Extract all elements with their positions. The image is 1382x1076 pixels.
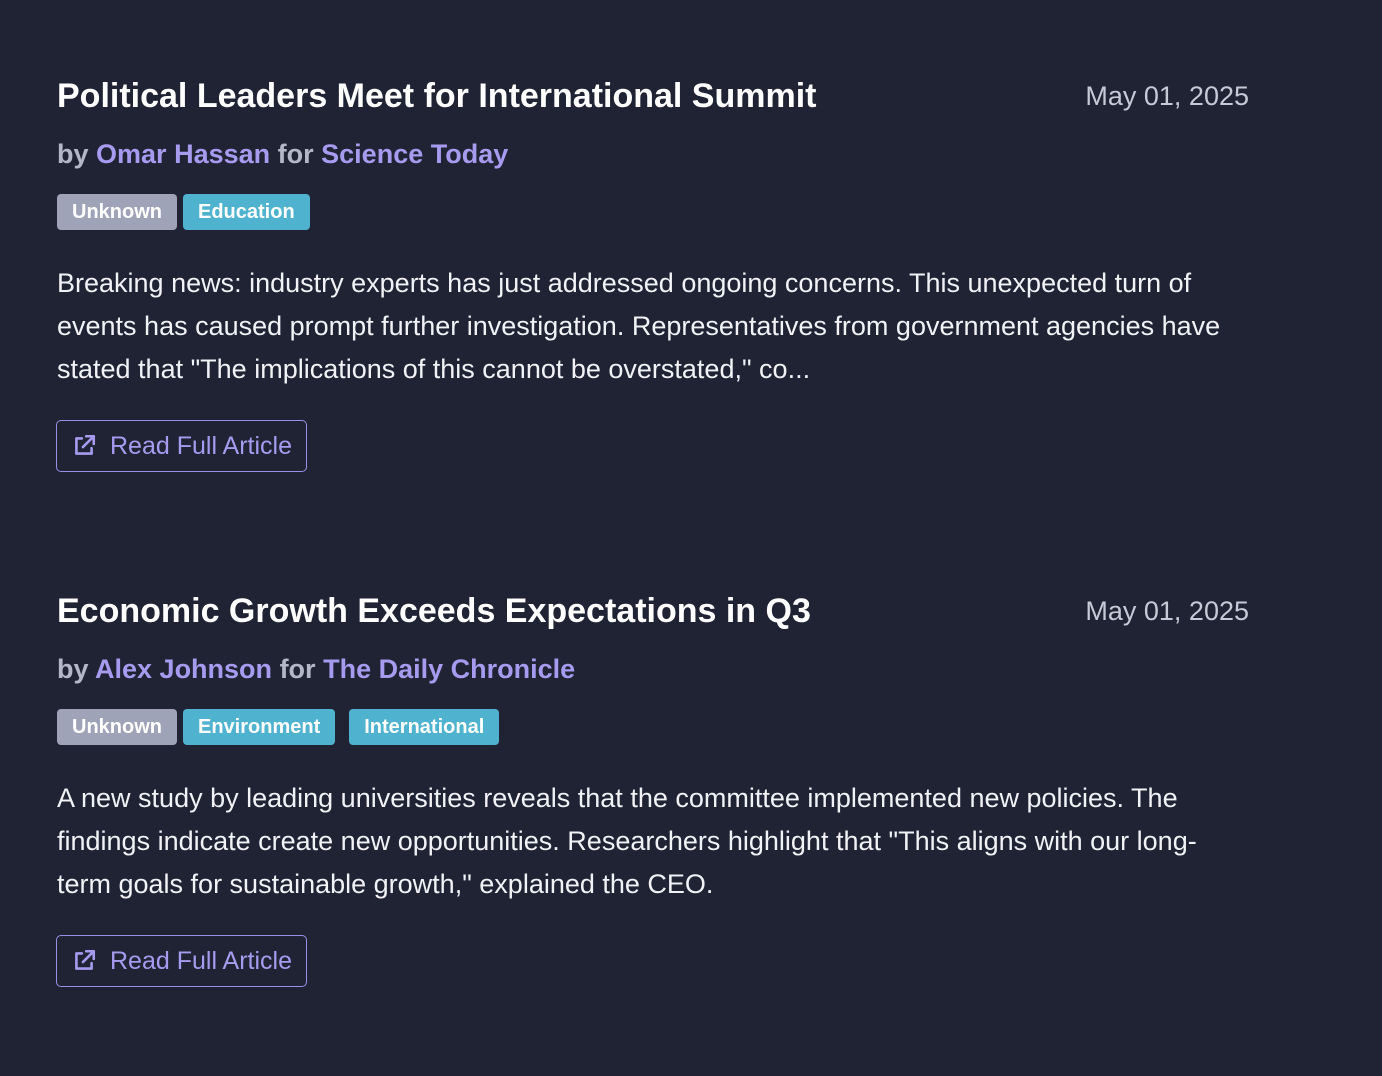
- read-full-article-label: Read Full Article: [110, 946, 293, 975]
- article-title: Political Leaders Meet for International…: [57, 77, 817, 115]
- article-byline: by Omar Hassan for Science Today: [57, 136, 1249, 172]
- external-link-icon: [75, 434, 96, 455]
- article-card: Economic Growth Exceeds Expectations in …: [56, 585, 1249, 987]
- article-feed: Political Leaders Meet for International…: [0, 0, 1382, 1076]
- tag-badge: Environment: [183, 709, 336, 745]
- tag-badge: Unknown: [57, 709, 177, 745]
- article-summary: A new study by leading universities reve…: [57, 783, 1197, 899]
- article-header: Economic Growth Exceeds Expectations in …: [57, 585, 1249, 641]
- article-header: Political Leaders Meet for International…: [57, 70, 1249, 126]
- byline-prefix: by: [57, 654, 89, 684]
- read-full-article-label: Read Full Article: [110, 431, 293, 460]
- tag-list: Unknown Education: [57, 194, 1249, 230]
- publication-link[interactable]: Science Today: [321, 139, 508, 169]
- author-link[interactable]: Omar Hassan: [96, 139, 270, 169]
- tag-badge: International: [349, 709, 500, 745]
- tag-badge: Unknown: [57, 194, 177, 230]
- article-title: Economic Growth Exceeds Expectations in …: [57, 592, 811, 630]
- read-full-article-button[interactable]: Read Full Article: [56, 935, 308, 987]
- tag-badge: Education: [183, 194, 310, 230]
- byline-for: for: [277, 139, 314, 169]
- publication-link[interactable]: The Daily Chronicle: [323, 654, 575, 684]
- article-byline: by Alex Johnson for The Daily Chronicle: [57, 651, 1249, 687]
- article-summary: Breaking news: industry experts has just…: [57, 268, 1221, 384]
- read-full-article-button[interactable]: Read Full Article: [56, 420, 308, 472]
- tag-list: Unknown Environment International: [57, 709, 1249, 745]
- external-link-icon: [75, 949, 96, 970]
- byline-for: for: [279, 654, 316, 684]
- article-card: Political Leaders Meet for International…: [56, 70, 1249, 472]
- article-date: May 01, 2025: [1085, 596, 1249, 626]
- byline-prefix: by: [57, 139, 89, 169]
- article-date: May 01, 2025: [1085, 81, 1249, 111]
- author-link[interactable]: Alex Johnson: [95, 654, 272, 684]
